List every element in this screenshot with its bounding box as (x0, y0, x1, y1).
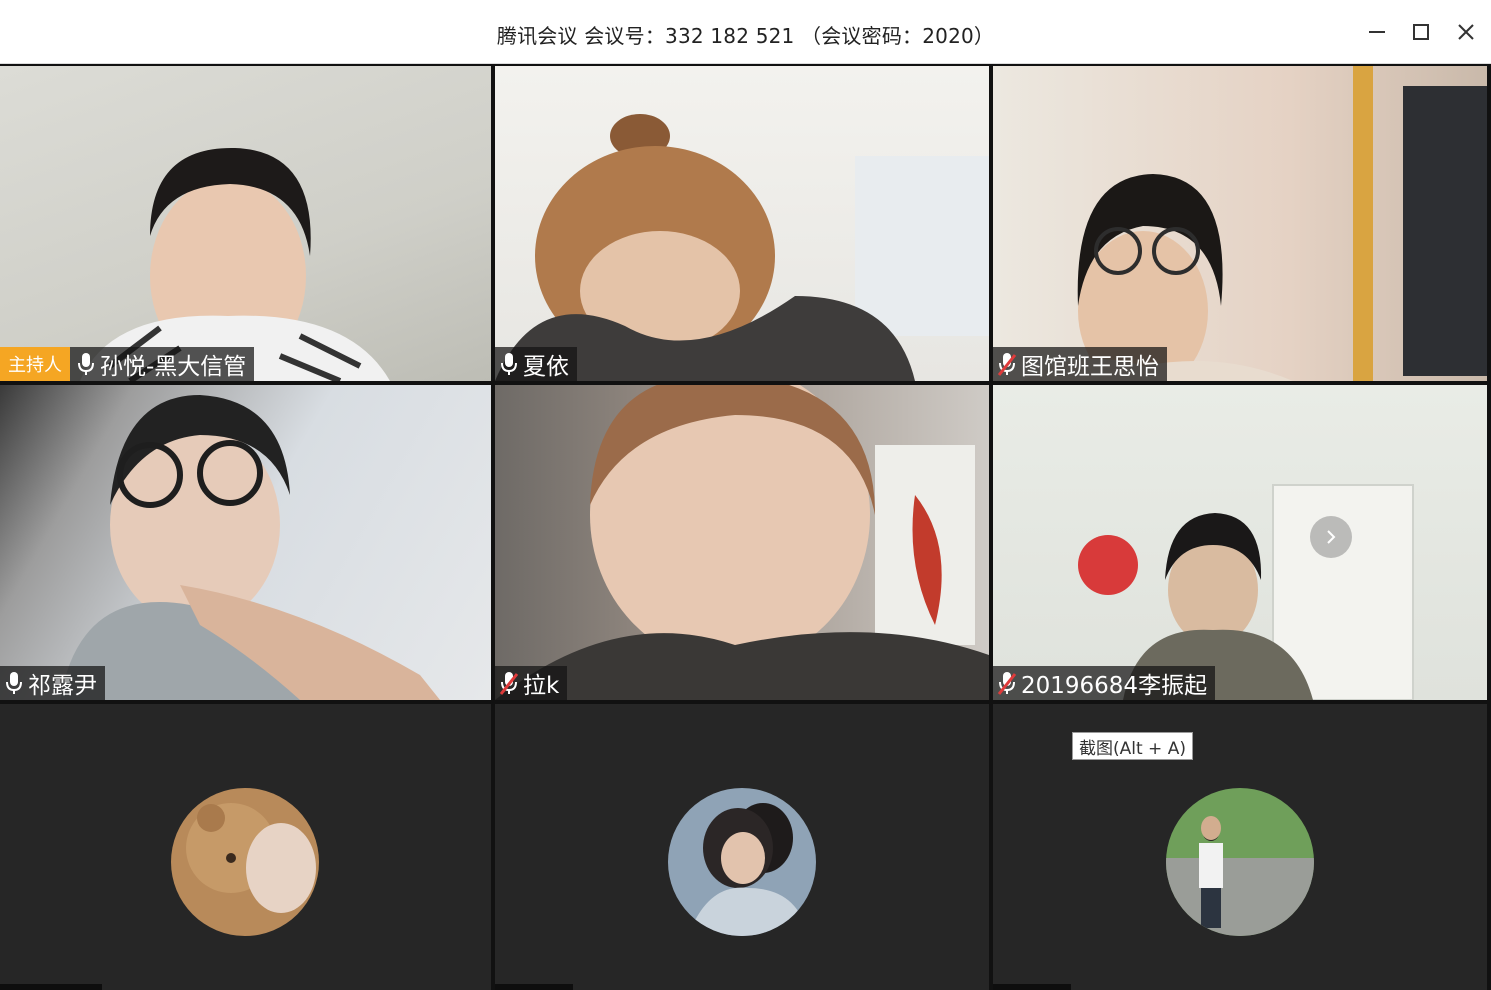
participant-avatar (171, 788, 319, 936)
avatar-tile-9[interactable] (993, 704, 1487, 990)
participant-video (60, 395, 440, 700)
screenshot-tooltip: 截图(Alt + A) (1072, 732, 1193, 760)
participant-name-bar: 图馆班王思怡 (993, 347, 1167, 381)
microphone-icon (78, 353, 94, 375)
participant-avatar (1166, 788, 1314, 936)
participant-name-bar: 拉k (495, 666, 568, 700)
tile-footer (993, 984, 1071, 990)
microphone-muted-icon (499, 672, 519, 695)
participant-name: 孙悦-黑大信管 (100, 354, 247, 380)
participant-name-bar: 主持人 孙悦-黑大信管 (0, 347, 255, 381)
participant-name: 图馆班王思怡 (1021, 354, 1159, 380)
title-bar: 腾讯会议 会议号：332 182 521 （会议密码：2020） (0, 0, 1491, 64)
microphone-icon (501, 353, 517, 375)
maximize-icon[interactable] (1407, 18, 1435, 46)
participant-name: 祁露尹 (28, 673, 97, 699)
video-tile-3[interactable]: 图馆班王思怡 (993, 66, 1487, 381)
microphone-muted-icon (997, 353, 1017, 376)
video-tile-6[interactable]: 20196684李振起 (993, 385, 1487, 700)
video-tile-4[interactable]: 祁露尹 (0, 385, 491, 700)
participant-video (1023, 66, 1487, 381)
chevron-right-icon (1327, 530, 1336, 544)
minimize-icon[interactable] (1363, 18, 1391, 46)
video-tile-5[interactable]: 拉k (495, 385, 989, 700)
participant-video (495, 385, 989, 700)
participant-video (80, 147, 390, 381)
video-tile-2[interactable]: 夏依 (495, 66, 989, 381)
tile-footer (495, 984, 573, 990)
window-title: 腾讯会议 会议号：332 182 521 （会议密码：2020） (496, 24, 995, 48)
microphone-muted-icon (997, 672, 1017, 695)
participant-name-bar: 夏依 (495, 347, 577, 381)
next-page-button[interactable] (1310, 516, 1352, 558)
avatar-tile-8[interactable] (495, 704, 989, 990)
tile-footer (0, 984, 102, 990)
avatar-tile-7[interactable] (0, 704, 491, 990)
participant-name: 20196684李振起 (1021, 673, 1208, 699)
host-badge: 主持人 (0, 347, 70, 381)
participant-name-bar: 20196684李振起 (993, 666, 1216, 700)
close-icon[interactable] (1452, 18, 1480, 46)
participant-video (495, 114, 989, 381)
microphone-icon (6, 672, 22, 694)
participant-avatar (668, 788, 816, 936)
participant-name: 拉k (523, 673, 560, 699)
participant-video (1078, 484, 1414, 700)
participant-name-bar: 祁露尹 (0, 666, 105, 700)
participant-name: 夏依 (523, 354, 569, 380)
video-tile-1[interactable]: 主持人 孙悦-黑大信管 (0, 66, 491, 381)
